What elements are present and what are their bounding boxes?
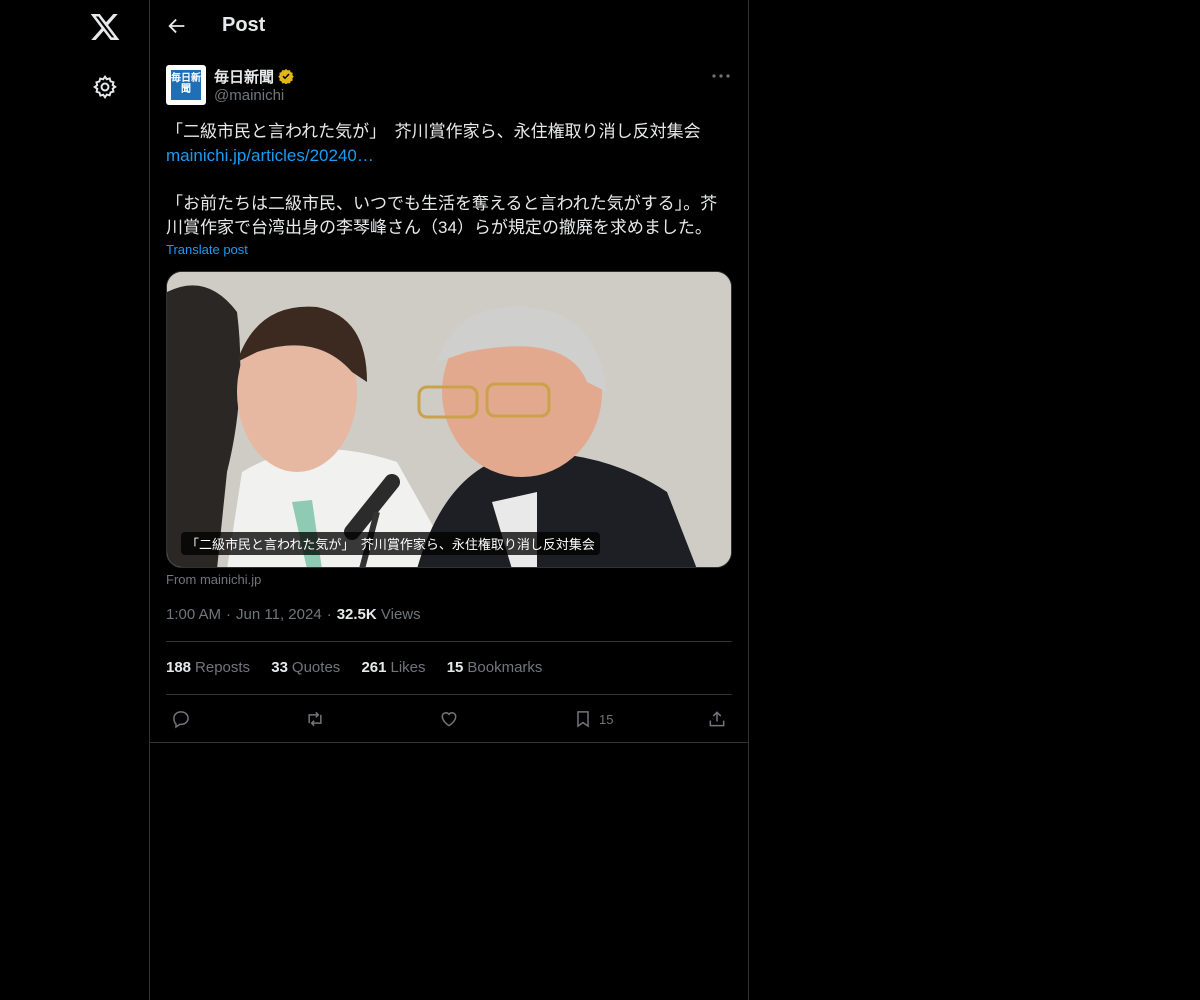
divider: [150, 742, 748, 743]
post-header: Post: [150, 0, 748, 54]
x-logo-icon[interactable]: [89, 11, 121, 43]
engagement-stats: 188 Reposts 33 Quotes 261 Likes 15 Bookmarks: [166, 659, 559, 676]
page-title: Post: [222, 14, 266, 36]
post-body: 「お前たちは二級市民、いつでも生活を奪えると言われた気がする」。芥川賞作家で台湾…: [166, 194, 718, 237]
back-arrow-icon[interactable]: [166, 15, 188, 37]
divider: [166, 694, 732, 695]
like-button[interactable]: [439, 707, 459, 731]
post-actions: 15: [166, 707, 732, 731]
post-headline: 「二級市民と言われた気が」 芥川賞作家ら、永住権取り消し反対集会: [166, 122, 701, 141]
press-conference-photo: [167, 272, 731, 567]
verified-badge-icon: [278, 69, 294, 84]
post-text: 「二級市民と言われた気が」 芥川賞作家ら、永住権取り消し反対集会 mainich…: [166, 120, 732, 240]
translate-post-link[interactable]: Translate post: [166, 242, 248, 257]
bookmark-icon: [577, 711, 589, 728]
post-date[interactable]: Jun 11, 2024: [236, 606, 322, 623]
gear-icon[interactable]: [92, 74, 118, 100]
author-handle[interactable]: @mainichi: [214, 87, 284, 104]
more-options-icon[interactable]: [710, 69, 732, 83]
share-icon: [709, 711, 725, 727]
repost-button[interactable]: [305, 707, 325, 731]
reply-icon: [173, 711, 189, 729]
bookmarks-stat[interactable]: 15 Bookmarks: [447, 659, 543, 676]
avatar-logo-text: 毎日新聞: [171, 70, 201, 100]
post-timestamp: 1:00 AM · Jun 11, 2024 · 32.5K Views: [166, 606, 421, 623]
views-count: 32.5K: [336, 606, 377, 623]
post-time[interactable]: 1:00 AM: [166, 606, 221, 623]
post-author: 毎日新聞 毎日新聞 @mainichi: [166, 65, 736, 107]
heart-icon: [441, 712, 457, 727]
bookmark-button[interactable]: 15: [573, 707, 613, 731]
repost-icon: [308, 711, 322, 727]
reply-button[interactable]: [171, 707, 191, 731]
link-card-image[interactable]: 「二級市民と言われた気が」 芥川賞作家ら、永住権取り消し反対集会: [166, 271, 732, 568]
quotes-stat[interactable]: 33 Quotes: [271, 659, 340, 676]
link-card-title: 「二級市民と言われた気が」 芥川賞作家ら、永住権取り消し反対集会: [181, 532, 600, 555]
divider: [166, 641, 732, 642]
likes-stat[interactable]: 261 Likes: [361, 659, 425, 676]
link-source[interactable]: From mainichi.jp: [166, 572, 261, 587]
share-button[interactable]: [707, 707, 727, 731]
bookmark-count: 15: [599, 711, 614, 727]
views-label: Views: [380, 606, 421, 623]
author-display-name[interactable]: 毎日新聞: [214, 66, 274, 87]
avatar[interactable]: 毎日新聞: [166, 65, 206, 105]
sidebar: [0, 0, 150, 1000]
reposts-stat[interactable]: 188 Reposts: [166, 659, 250, 676]
article-link[interactable]: mainichi.jp/articles/20240…: [166, 144, 732, 168]
post-column: Post 毎日新聞 毎日新聞 @mainichi 「二級市民と言われた気が」 芥…: [149, 0, 749, 1000]
